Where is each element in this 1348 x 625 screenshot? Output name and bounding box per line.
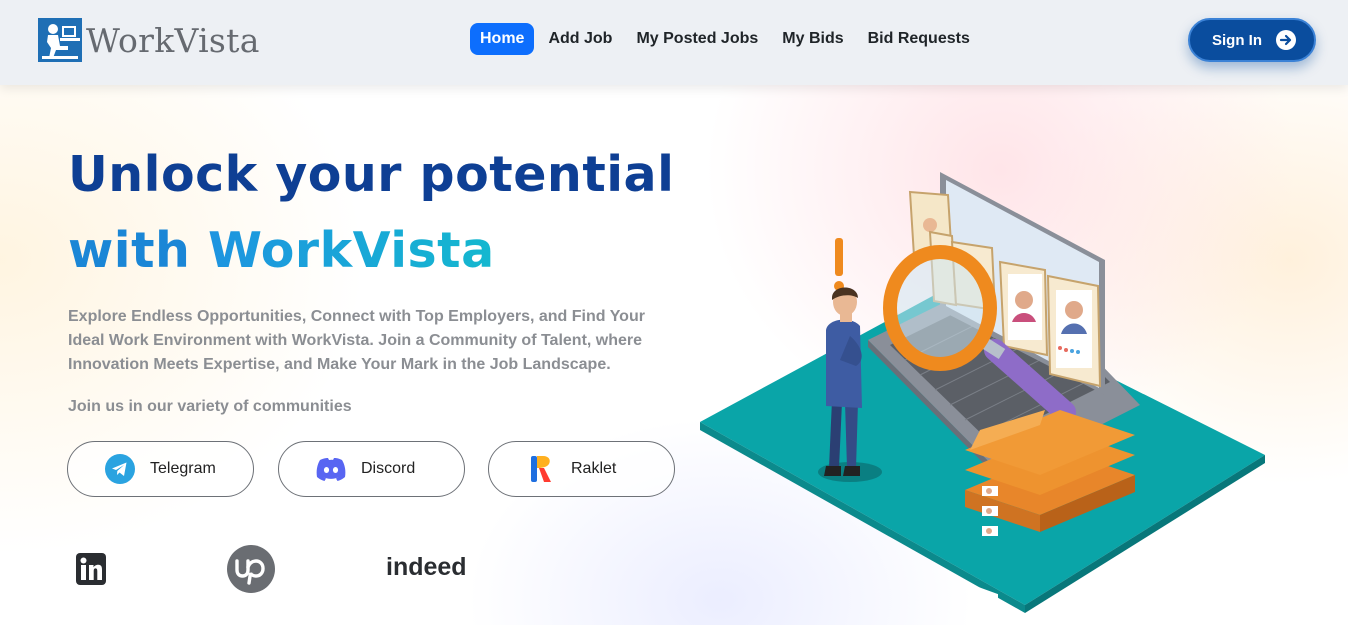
workvista-logo-icon [38, 18, 82, 62]
sign-in-label: Sign In [1212, 31, 1262, 49]
indeed-logo[interactable]: indeed [386, 553, 474, 586]
nav-my-bids[interactable]: My Bids [772, 23, 853, 55]
nav-bid-requests[interactable]: Bid Requests [858, 23, 980, 55]
nav-add-job[interactable]: Add Job [538, 23, 622, 55]
nav-home[interactable]: Home [470, 23, 535, 55]
communities-heading: Join us in our variety of communities [68, 398, 352, 415]
hero-title-line2: with WorkVista [68, 221, 688, 281]
hero-description: Explore Endless Opportunities, Connect w… [68, 308, 645, 373]
raklet-button[interactable]: Raklet [488, 441, 675, 497]
raklet-icon [525, 453, 557, 485]
telegram-label: Telegram [150, 460, 216, 477]
discord-button[interactable]: Discord [278, 441, 465, 497]
main-nav: Home Add Job My Posted Jobs My Bids Bid … [470, 23, 984, 55]
hero-title-line1: Unlock your potential [68, 146, 675, 203]
discord-label: Discord [361, 460, 416, 477]
hero-illustration [700, 172, 1265, 613]
arrow-right-icon [1276, 30, 1296, 50]
sign-in-button[interactable]: Sign In [1188, 18, 1316, 62]
telegram-button[interactable]: Telegram [67, 441, 254, 497]
telegram-icon [104, 453, 136, 485]
hero-title-brand: WorkVista [207, 222, 495, 279]
indeed-wordmark: indeed [386, 553, 467, 581]
brand-name: WorkVista [86, 20, 260, 60]
nav-my-posted-jobs[interactable]: My Posted Jobs [626, 23, 768, 55]
navbar: WorkVista Home Add Job My Posted Jobs My… [0, 0, 1348, 85]
brand-logo[interactable]: WorkVista [38, 18, 260, 62]
upwork-icon[interactable] [227, 545, 275, 598]
raklet-label: Raklet [571, 460, 617, 477]
hero-title-with: with [68, 222, 191, 279]
linkedin-icon[interactable] [76, 553, 106, 590]
discord-icon [315, 453, 347, 485]
hero-heading: Unlock your potential with WorkVista [68, 145, 688, 281]
